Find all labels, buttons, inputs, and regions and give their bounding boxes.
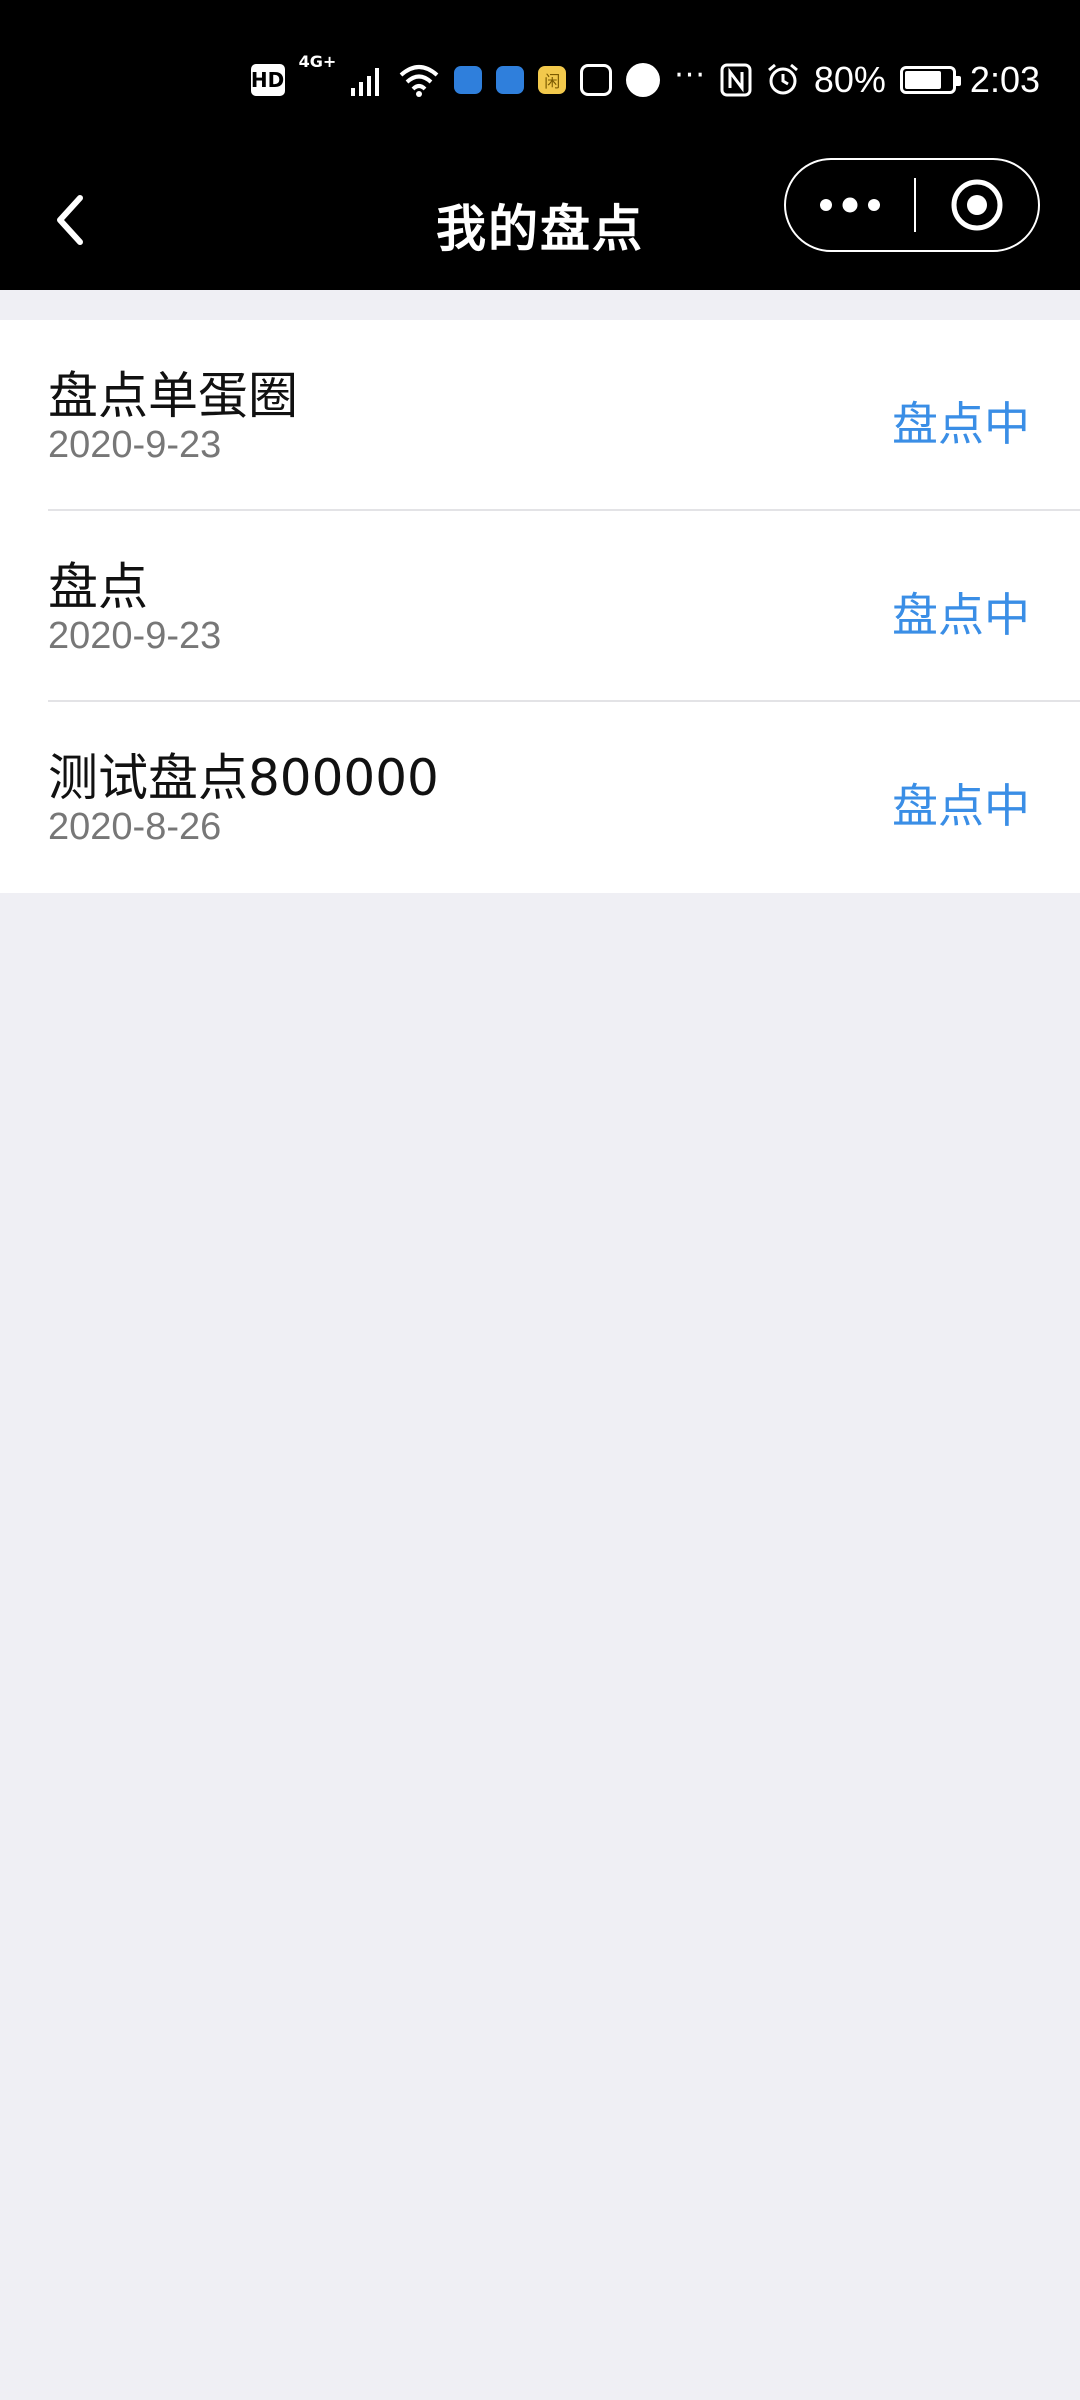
battery-percent: 80% bbox=[813, 59, 886, 100]
hd-icon: HD bbox=[250, 64, 285, 96]
status-bar: HD 4G+ 闲 ··· 80% 2:03 bbox=[0, 0, 1080, 160]
list-item[interactable]: 盘点 2020-9-23 盘点中 bbox=[0, 509, 1080, 702]
bird-app-icon bbox=[626, 63, 661, 97]
stocktake-list: 盘点单蛋圈 2020-9-23 盘点中 盘点 2020-9-23 盘点中 测试盘… bbox=[0, 320, 1080, 893]
back-button[interactable] bbox=[30, 180, 110, 260]
target-close-icon bbox=[951, 179, 1003, 231]
xianyu-app-icon: 闲 bbox=[538, 66, 567, 94]
signal-icon bbox=[350, 64, 384, 96]
nav-bar: 我的盘点 bbox=[0, 158, 1080, 290]
item-name: 盘点 bbox=[48, 558, 148, 616]
app-notification-icon bbox=[496, 66, 525, 94]
network-type-label: 4G+ bbox=[298, 52, 337, 71]
list-item[interactable]: 测试盘点800000 2020-8-26 盘点中 bbox=[0, 700, 1080, 893]
battery-fill bbox=[904, 71, 941, 89]
nfc-icon bbox=[720, 63, 752, 97]
status-label: 盘点中 bbox=[892, 397, 1030, 451]
item-name: 盘点单蛋圈 bbox=[48, 367, 298, 425]
app-notification-icon bbox=[454, 66, 483, 94]
item-date: 2020-9-23 bbox=[48, 424, 222, 466]
mini-program-capsule bbox=[784, 158, 1040, 252]
list-item[interactable]: 盘点单蛋圈 2020-9-23 盘点中 bbox=[0, 320, 1080, 511]
more-notifications-icon: ··· bbox=[674, 57, 706, 93]
more-dots-icon bbox=[820, 197, 880, 213]
status-label: 盘点中 bbox=[892, 588, 1030, 642]
more-button[interactable] bbox=[786, 160, 914, 250]
clock: 2:03 bbox=[969, 59, 1040, 100]
battery-icon bbox=[899, 66, 961, 94]
status-label: 盘点中 bbox=[892, 779, 1030, 833]
chevron-left-icon bbox=[57, 195, 83, 245]
alarm-icon bbox=[766, 63, 800, 97]
item-name: 测试盘点800000 bbox=[48, 749, 439, 807]
status-icons: HD 4G+ 闲 ··· 80% 2:03 bbox=[250, 52, 1040, 104]
hand-app-icon bbox=[580, 64, 613, 96]
item-date: 2020-9-23 bbox=[48, 615, 222, 657]
close-mini-program-button[interactable] bbox=[916, 160, 1038, 250]
wifi-icon bbox=[398, 63, 440, 97]
item-date: 2020-8-26 bbox=[48, 806, 222, 848]
